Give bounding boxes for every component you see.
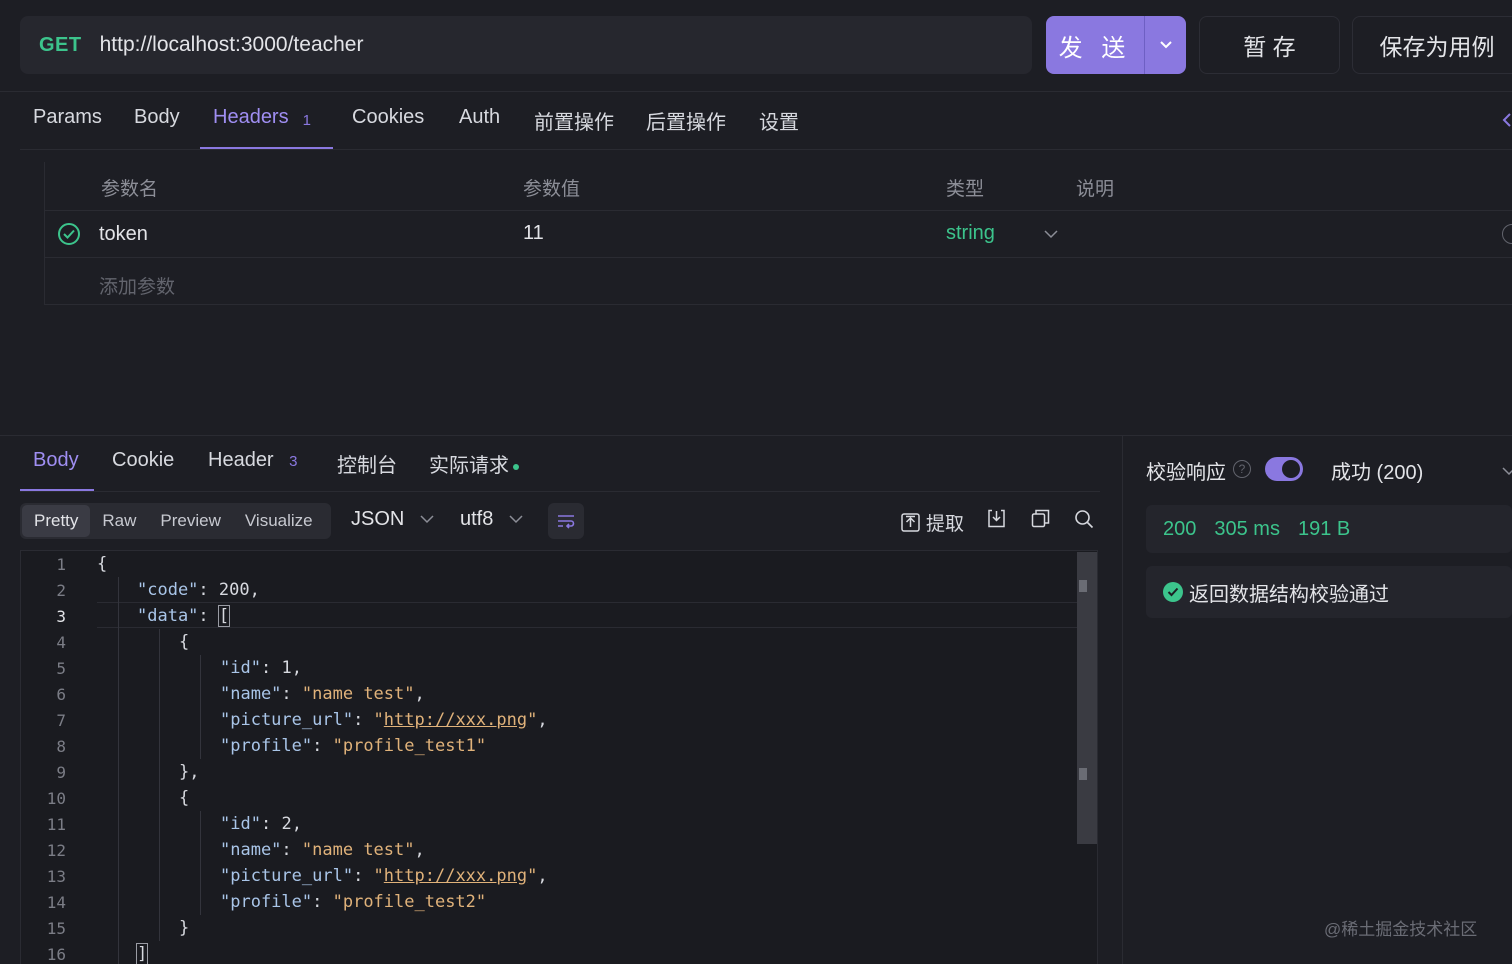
- watermark: @稀土掘金技术社区: [1324, 920, 1478, 939]
- response-time: 305 ms: [1214, 517, 1280, 540]
- chevron-down-icon[interactable]: [1502, 463, 1512, 481]
- headers-table: [44, 162, 1512, 305]
- code-line: 10 {: [46, 788, 190, 808]
- pane-divider[interactable]: [0, 435, 1512, 436]
- add-param-input[interactable]: 添加参数: [99, 272, 175, 299]
- code-line: 1 {: [56, 554, 108, 574]
- code-line: 9 },: [56, 762, 200, 782]
- status-dot-icon: [513, 463, 519, 470]
- encoding-select[interactable]: utf8: [460, 508, 523, 531]
- send-button-group[interactable]: 发 送: [1046, 16, 1186, 74]
- scrollbar-marker: [1079, 580, 1087, 592]
- param-type-select[interactable]: string: [946, 222, 995, 245]
- response-tab-actual-request[interactable]: 实际请求: [429, 449, 519, 478]
- code-line: 3 "data": [: [56, 605, 231, 627]
- divider: [20, 149, 1512, 150]
- wrap-icon: [558, 515, 575, 529]
- response-tab-console[interactable]: 控制台: [337, 449, 397, 478]
- code-line: 7 "picture_url": "http://xxx.png",: [56, 710, 548, 730]
- success-check-icon: [1163, 582, 1183, 602]
- tab-cookies[interactable]: Cookies: [352, 106, 424, 150]
- code-line: 14 "profile": "profile_test2": [46, 892, 487, 912]
- method-select[interactable]: GET: [39, 34, 82, 57]
- view-mode-pretty[interactable]: Pretty: [22, 505, 91, 537]
- response-tab-body[interactable]: Body: [33, 449, 79, 472]
- view-mode-visualize[interactable]: Visualize: [233, 505, 325, 537]
- param-value-input[interactable]: 11: [523, 222, 544, 245]
- divider: [44, 257, 1512, 258]
- tab-pre-processors[interactable]: 前置操作: [534, 106, 614, 150]
- code-line: 2 "code": 200,: [56, 580, 260, 600]
- divider: [0, 91, 1512, 92]
- column-header-type: 类型: [946, 179, 985, 200]
- divider: [44, 304, 1512, 305]
- extract-icon: [901, 513, 920, 532]
- column-header-value: 参数值: [523, 179, 581, 200]
- response-stats: 200 305 ms 191 B: [1146, 505, 1512, 553]
- response-header-count: 3: [289, 453, 298, 470]
- chevron-down-icon: [509, 515, 523, 524]
- tab-post-processors[interactable]: 后置操作: [646, 106, 726, 150]
- url-link[interactable]: http://xxx.png: [384, 866, 527, 886]
- extract-button[interactable]: 提取: [901, 509, 964, 536]
- param-name-input[interactable]: token: [99, 223, 148, 246]
- tab-auth[interactable]: Auth: [459, 106, 500, 150]
- column-header-name: 参数名: [101, 179, 159, 200]
- help-icon[interactable]: ?: [1233, 460, 1251, 478]
- code-line: 11 "id": 2,: [46, 814, 302, 834]
- panel-divider[interactable]: [1122, 436, 1123, 964]
- column-header-description: 说明: [1076, 179, 1115, 200]
- divider: [44, 210, 1512, 211]
- validation-result: 返回数据结构校验通过: [1146, 566, 1512, 618]
- url-input[interactable]: http://localhost:3000/teacher: [100, 33, 364, 57]
- headers-count-badge: 1: [302, 112, 311, 129]
- view-mode-switch[interactable]: Pretty Raw Preview Visualize: [20, 503, 331, 539]
- tab-body[interactable]: Body: [134, 106, 180, 150]
- view-mode-preview[interactable]: Preview: [148, 505, 232, 537]
- type-chevron-down-icon[interactable]: [1043, 226, 1059, 244]
- enabled-check-icon[interactable]: [58, 223, 80, 245]
- code-line: 5 "id": 1,: [56, 658, 302, 678]
- word-wrap-button[interactable]: [548, 503, 584, 539]
- code-line: 15 }: [46, 918, 190, 938]
- tab-headers[interactable]: Headers 1: [213, 106, 311, 150]
- collapse-chevron-left-icon[interactable]: [1500, 111, 1512, 134]
- search-icon[interactable]: [1074, 509, 1094, 529]
- response-tab-header[interactable]: Header 3: [208, 449, 298, 472]
- url-link[interactable]: http://xxx.png: [384, 710, 527, 730]
- send-options-chevron-down-icon[interactable]: [1144, 16, 1186, 74]
- validate-toggle[interactable]: [1265, 457, 1303, 481]
- scrollbar-marker: [1079, 768, 1087, 780]
- stash-button[interactable]: 暂 存: [1199, 16, 1340, 74]
- url-bar[interactable]: GET http://localhost:3000/teacher: [20, 16, 1032, 74]
- response-tab-cookie[interactable]: Cookie: [112, 449, 174, 472]
- code-line: 16 ]: [46, 943, 149, 964]
- chevron-down-icon: [420, 515, 434, 524]
- code-line: 13 "picture_url": "http://xxx.png",: [46, 866, 548, 886]
- validate-response-label: 校验响应: [1146, 462, 1226, 484]
- response-code-editor[interactable]: 1 { 2 "code": 200, 3 "data": [ 4 { 5 "id…: [20, 550, 1098, 964]
- response-size: 191 B: [1297, 517, 1351, 540]
- tab-settings[interactable]: 设置: [759, 106, 799, 150]
- divider: [20, 491, 1100, 492]
- code-line: 12 "name": "name test",: [46, 840, 425, 860]
- code-line: 6 "name": "name test",: [56, 684, 425, 704]
- editor-scrollbar[interactable]: [1077, 552, 1097, 844]
- save-as-case-button[interactable]: 保存为用例: [1352, 16, 1512, 74]
- code-line: 4 {: [56, 632, 190, 652]
- validation-result-text: 返回数据结构校验通过: [1189, 583, 1389, 606]
- format-select[interactable]: JSON: [351, 508, 434, 531]
- status-code: 200: [1163, 517, 1197, 540]
- view-mode-raw[interactable]: Raw: [90, 505, 148, 537]
- copy-icon[interactable]: [1031, 509, 1050, 528]
- send-button[interactable]: 发 送: [1046, 16, 1144, 74]
- validation-status-select[interactable]: 成功 (200): [1331, 456, 1423, 485]
- save-response-icon[interactable]: [987, 509, 1006, 528]
- code-line: 8 "profile": "profile_test1": [56, 736, 487, 756]
- tab-params[interactable]: Params: [33, 106, 102, 150]
